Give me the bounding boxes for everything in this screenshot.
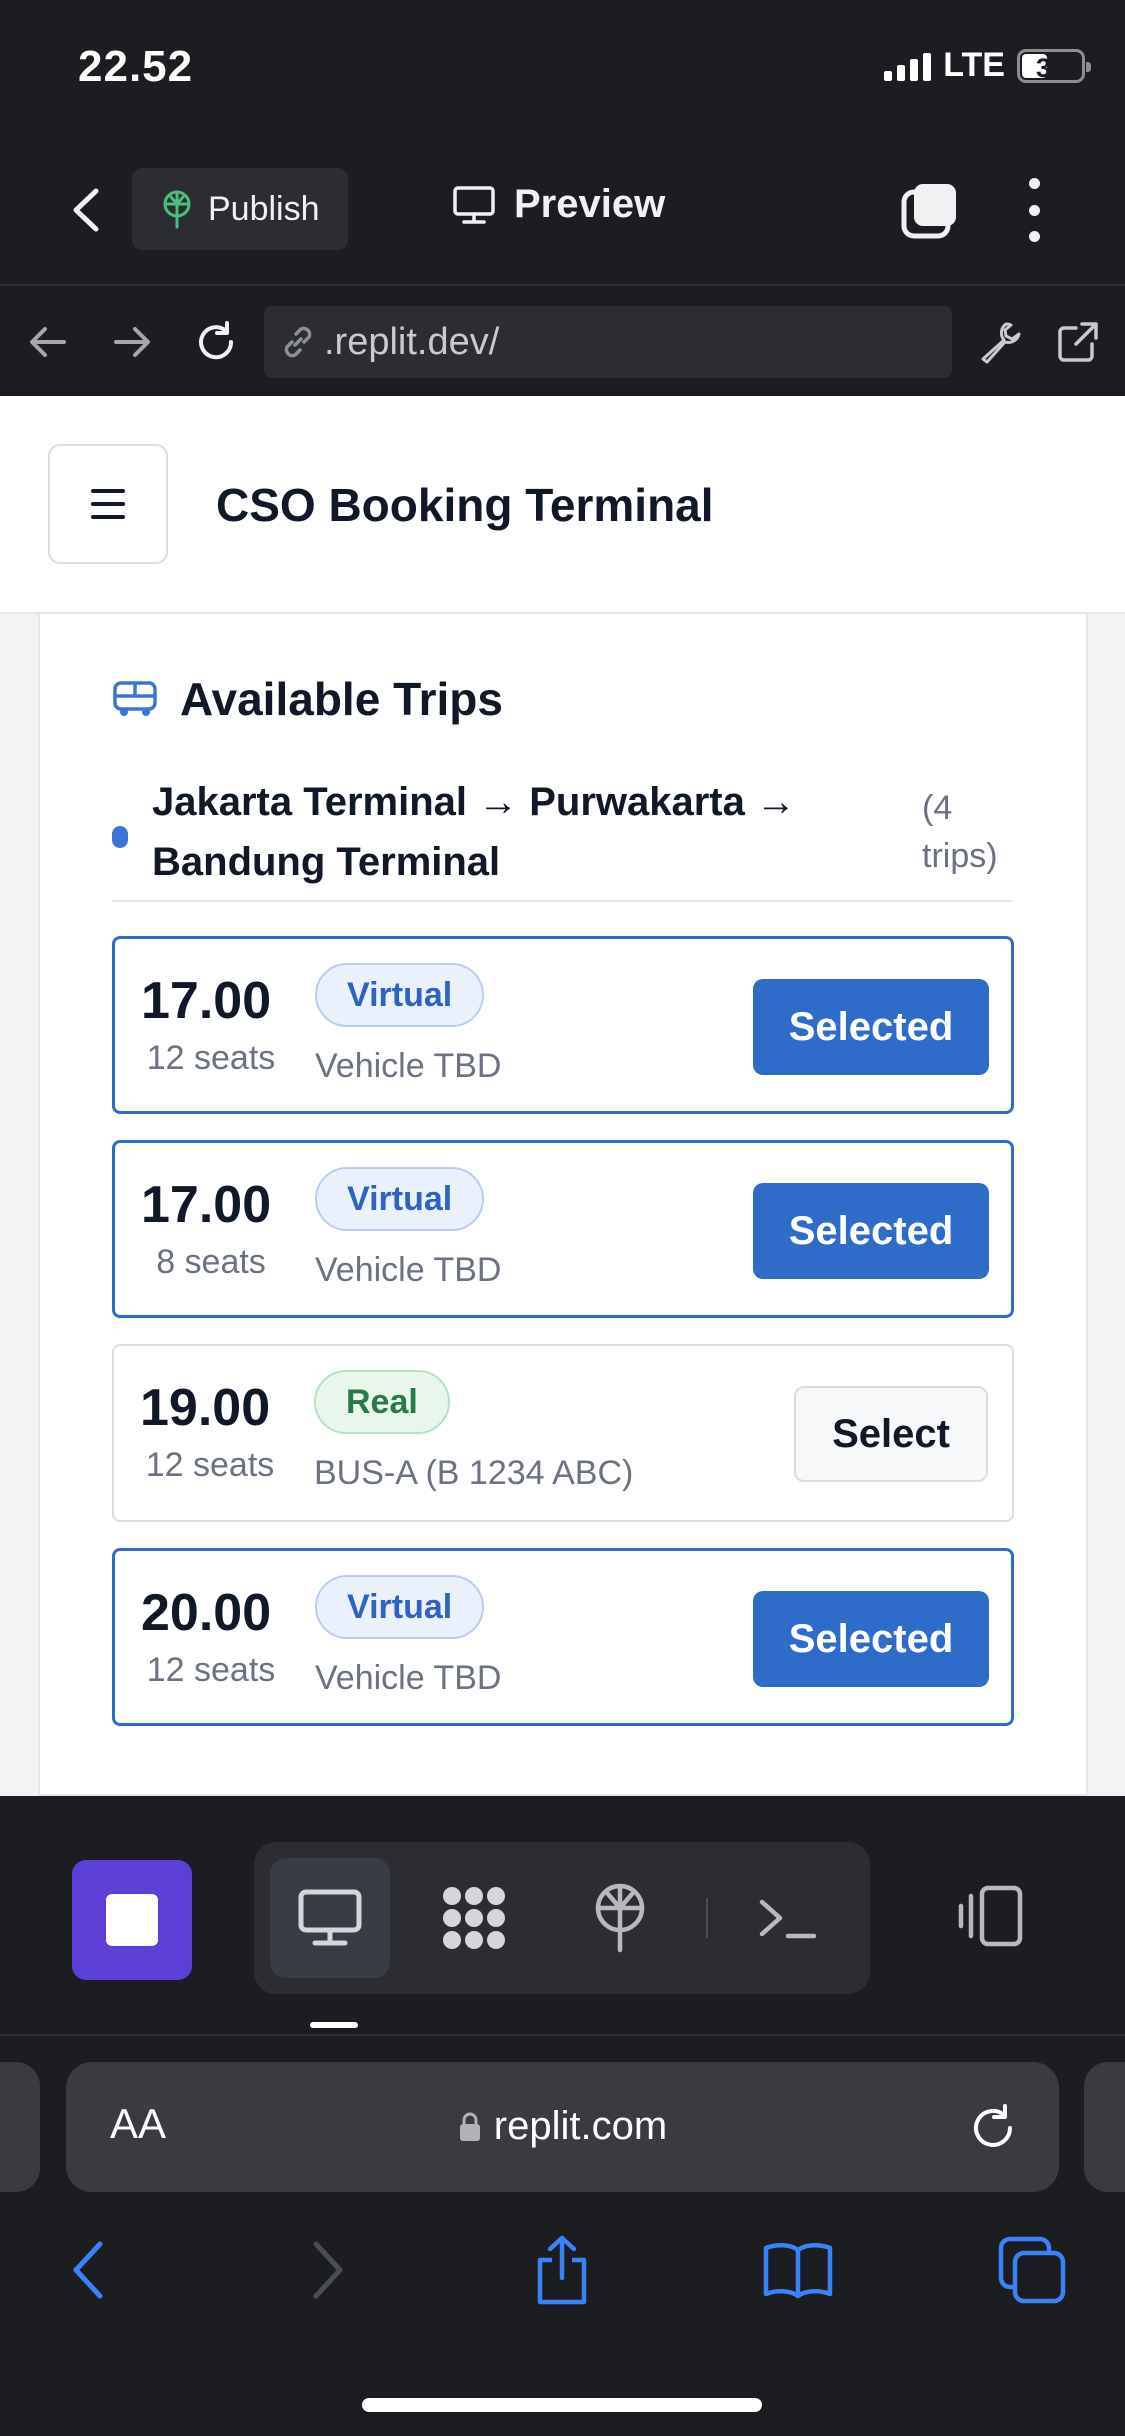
- select-button[interactable]: Select: [794, 1386, 988, 1482]
- trip-card: 20.00 12 seats Virtual Vehicle TBD Selec…: [112, 1548, 1014, 1726]
- stop-icon: [106, 1894, 158, 1946]
- trip-vehicle: Vehicle TBD: [315, 1047, 502, 1085]
- trip-type-badge: Virtual: [315, 963, 485, 1027]
- reload-icon[interactable]: [967, 2102, 1019, 2154]
- status-time: 22.52: [78, 42, 194, 91]
- trip-seats: 12 seats: [146, 1039, 276, 1077]
- preview-label: Preview: [514, 182, 666, 226]
- back-button[interactable]: [60, 180, 110, 240]
- replit-bottom-toolbar: [0, 1796, 1125, 2036]
- status-indicators: LTE 35: [884, 46, 1091, 85]
- trip-vehicle: BUS-A (B 1234 ABC): [314, 1454, 634, 1492]
- network-type: LTE: [943, 46, 1005, 84]
- app-header: CSO Booking Terminal: [0, 396, 1125, 614]
- arrow-left-icon[interactable]: [22, 316, 74, 368]
- book-icon: [763, 2243, 833, 2299]
- app-title: CSO Booking Terminal: [216, 479, 714, 531]
- monitor-icon: [298, 1889, 362, 1946]
- next-tab-peek[interactable]: [1084, 2062, 1125, 2192]
- trip-type-badge: Virtual: [315, 1167, 485, 1231]
- more-options-icon[interactable]: [1026, 178, 1042, 242]
- reload-icon[interactable]: [190, 316, 242, 368]
- tool-group: [254, 1842, 870, 1994]
- lock-icon: [459, 2112, 480, 2141]
- dev-url-field[interactable]: .replit.dev/: [264, 306, 952, 378]
- publish-label: Publish: [208, 189, 320, 228]
- menu-button[interactable]: [48, 444, 168, 564]
- trip-vehicle: Vehicle TBD: [315, 1251, 502, 1289]
- stop-button[interactable]: [72, 1860, 192, 1980]
- publish-icon: [595, 1883, 645, 1953]
- safari-back-button[interactable]: [52, 2234, 124, 2306]
- selected-button[interactable]: Selected: [753, 979, 989, 1075]
- wrench-icon[interactable]: [974, 316, 1026, 368]
- route-header: Jakarta Terminal → Purwakarta → Bandung …: [112, 772, 1012, 902]
- monitor-icon: [453, 185, 495, 224]
- panel-layout-icon[interactable]: [956, 1884, 1026, 1948]
- link-icon: [284, 326, 312, 358]
- selected-button[interactable]: Selected: [753, 1591, 989, 1687]
- dev-url-bar: .replit.dev/: [0, 288, 1125, 396]
- trip-seats: 12 seats: [146, 1651, 276, 1689]
- tabs-icon: [998, 2236, 1066, 2304]
- trip-card: 17.00 12 seats Virtual Vehicle TBD Selec…: [112, 936, 1014, 1114]
- section-header: Available Trips: [112, 672, 503, 726]
- previous-tab-peek[interactable]: [0, 2062, 40, 2192]
- home-indicator[interactable]: [362, 2398, 762, 2412]
- domain-text: replit.com: [493, 2104, 668, 2148]
- bookmarks-button[interactable]: [762, 2234, 834, 2306]
- safari-toolbar: AA replit.com: [0, 2038, 1125, 2436]
- share-icon: [537, 2235, 587, 2305]
- trip-seats: 12 seats: [145, 1446, 275, 1484]
- tabs-button[interactable]: [996, 2234, 1068, 2306]
- arrow-right-icon[interactable]: [106, 316, 158, 368]
- trip-card: 19.00 12 seats Real BUS-A (B 1234 ABC) S…: [112, 1344, 1014, 1522]
- chevron-left-icon: [73, 2241, 103, 2299]
- terminal-icon: [759, 1899, 817, 1939]
- deploy-tool[interactable]: [560, 1858, 680, 1978]
- preview-tool[interactable]: [270, 1858, 390, 1978]
- workspace-tool[interactable]: [414, 1858, 534, 1978]
- section-title: Available Trips: [180, 673, 503, 725]
- publish-icon: [163, 190, 191, 229]
- preview-tab[interactable]: Preview: [452, 182, 665, 227]
- chevron-right-icon: [313, 2241, 343, 2299]
- app-preview: CSO Booking Terminal Available Trips Jak…: [0, 396, 1125, 1796]
- selected-button[interactable]: Selected: [753, 1183, 989, 1279]
- trips-card: Available Trips Jakarta Terminal → Purwa…: [38, 614, 1088, 1796]
- trip-time: 17.00: [141, 972, 272, 1030]
- route-dot: [112, 826, 128, 848]
- trip-type-badge: Virtual: [315, 1575, 485, 1639]
- trip-seats: 8 seats: [156, 1243, 266, 1281]
- open-external-icon[interactable]: [1052, 316, 1104, 368]
- share-button[interactable]: [526, 2234, 598, 2306]
- publish-button[interactable]: Publish: [132, 168, 348, 250]
- trip-vehicle: Vehicle TBD: [315, 1659, 502, 1697]
- dev-url-text: .replit.dev/: [324, 320, 500, 363]
- trip-type-badge: Real: [314, 1370, 450, 1434]
- signal-icon: [884, 51, 932, 81]
- battery-level: 35: [1035, 52, 1067, 83]
- tabs-icon[interactable]: [898, 180, 962, 244]
- trip-time: 17.00: [141, 1176, 272, 1234]
- safari-forward-button[interactable]: [292, 2234, 364, 2306]
- trip-time: 19.00: [140, 1379, 271, 1437]
- address-domain: replit.com: [66, 2104, 1059, 2149]
- trip-card: 17.00 8 seats Virtual Vehicle TBD Select…: [112, 1140, 1014, 1318]
- route-name: Jakarta Terminal → Purwakarta → Bandung …: [152, 780, 796, 884]
- safari-address-bar[interactable]: AA replit.com: [66, 2062, 1059, 2192]
- trip-count: (4 trips): [922, 789, 998, 875]
- trip-time: 20.00: [141, 1584, 272, 1642]
- battery-icon: 35: [1017, 48, 1091, 83]
- replit-agent-icon: [443, 1887, 505, 1949]
- chevron-left-icon: [73, 188, 99, 232]
- drag-handle[interactable]: [310, 2022, 358, 2028]
- bus-icon: [113, 681, 157, 716]
- replit-toolbar: Publish Preview: [0, 132, 1125, 286]
- status-bar: 22.52 LTE 35: [0, 0, 1125, 132]
- tool-divider: [706, 1898, 708, 1938]
- shell-tool[interactable]: [728, 1858, 848, 1978]
